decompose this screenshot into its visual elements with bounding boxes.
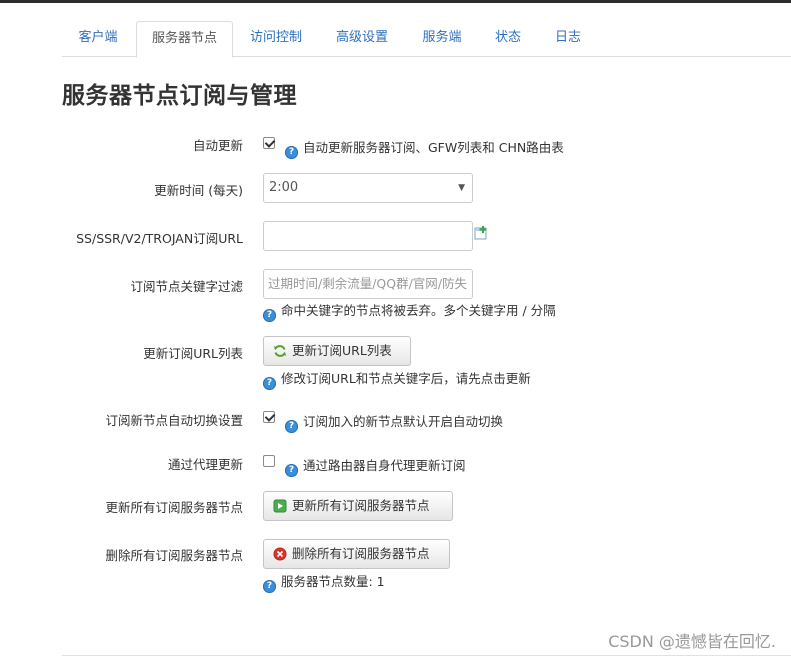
proxy-update-checkbox[interactable] [263, 455, 275, 467]
watermark: CSDN @遗憾皆在回忆. [608, 632, 776, 651]
tab-status[interactable]: 状态 [486, 21, 530, 57]
update-url-list-help-text: 修改订阅URL和节点关键字后，请先点击更新 [281, 371, 531, 386]
proxy-update-help-text: 通过路由器自身代理更新订阅 [303, 458, 466, 473]
update-all-button-label: 更新所有订阅服务器节点 [292, 498, 430, 513]
refresh-icon [273, 345, 287, 357]
chevron-down-icon: ▼ [458, 183, 465, 193]
tab-advanced-settings[interactable]: 高级设置 [326, 21, 398, 57]
tab-access-control[interactable]: 访问控制 [240, 21, 312, 57]
auto-update-help: ? 自动更新服务器订阅、GFW列表和 CHN路由表 [285, 137, 564, 159]
help-icon: ? [263, 377, 276, 390]
update-time-label: 更新时间 (每天) [154, 183, 243, 198]
subscribe-url-input[interactable] [263, 221, 473, 251]
tab-client[interactable]: 客户端 [68, 21, 128, 57]
auto-switch-label: 订阅新节点自动切换设置 [105, 413, 243, 428]
delete-all-button[interactable]: 删除所有订阅服务器节点 [263, 539, 450, 569]
auto-update-label: 自动更新 [192, 138, 243, 153]
help-icon: ? [285, 464, 298, 477]
tab-server-nodes[interactable]: 服务器节点 [136, 21, 233, 58]
top-bar [0, 0, 791, 3]
auto-update-checkbox[interactable] [263, 137, 275, 149]
delete-all-button-label: 删除所有订阅服务器节点 [292, 546, 430, 561]
help-icon: ? [285, 420, 298, 433]
update-time-value: 2:00 [269, 180, 299, 195]
page-title: 服务器节点订阅与管理 [62, 83, 297, 109]
auto-switch-help: ? 订阅加入的新节点默认开启自动切换 [285, 411, 503, 433]
play-icon [273, 499, 287, 513]
auto-switch-help-text: 订阅加入的新节点默认开启自动切换 [303, 414, 504, 429]
update-url-list-help: ? 修改订阅URL和节点关键字后，请先点击更新 [263, 368, 531, 390]
auto-switch-checkbox[interactable] [263, 411, 275, 423]
tab-bar: 客户端 服务器节点 访问控制 高级设置 服务端 状态 日志 [62, 21, 791, 58]
update-url-list-label: 更新订阅URL列表 [143, 346, 243, 361]
update-time-select[interactable]: 2:00 ▼ [263, 173, 473, 203]
proxy-update-label: 通过代理更新 [167, 457, 243, 472]
add-entry-icon[interactable] [474, 226, 488, 240]
help-icon: ? [263, 309, 276, 322]
tab-server[interactable]: 服务端 [412, 21, 472, 57]
update-url-list-button[interactable]: 更新订阅URL列表 [263, 336, 411, 366]
keyword-filter-label: 订阅节点关键字过滤 [130, 279, 243, 294]
update-all-label: 更新所有订阅服务器节点 [105, 500, 243, 515]
tab-log[interactable]: 日志 [546, 21, 590, 57]
delete-all-label: 删除所有订阅服务器节点 [105, 548, 243, 563]
node-count-help: ? 服务器节点数量: 1 [263, 571, 385, 593]
delete-icon [273, 547, 287, 561]
update-all-button[interactable]: 更新所有订阅服务器节点 [263, 491, 453, 521]
subscribe-url-label: SS/SSR/V2/TROJAN订阅URL [76, 231, 243, 246]
update-url-list-button-label: 更新订阅URL列表 [292, 343, 392, 358]
help-icon: ? [285, 146, 298, 159]
keyword-filter-input[interactable]: 过期时间/剩余流量/QQ群/官网/防失 [263, 269, 473, 299]
auto-update-help-text: 自动更新服务器订阅、GFW列表和 CHN路由表 [303, 140, 564, 155]
keyword-filter-help-text: 命中关键字的节点将被丢弃。多个关键字用 / 分隔 [281, 303, 556, 318]
proxy-update-help: ? 通过路由器自身代理更新订阅 [285, 455, 466, 477]
divider [62, 655, 791, 656]
keyword-filter-help: ? 命中关键字的节点将被丢弃。多个关键字用 / 分隔 [263, 300, 556, 322]
node-count-text: 服务器节点数量: 1 [281, 574, 385, 589]
help-icon: ? [263, 580, 276, 593]
